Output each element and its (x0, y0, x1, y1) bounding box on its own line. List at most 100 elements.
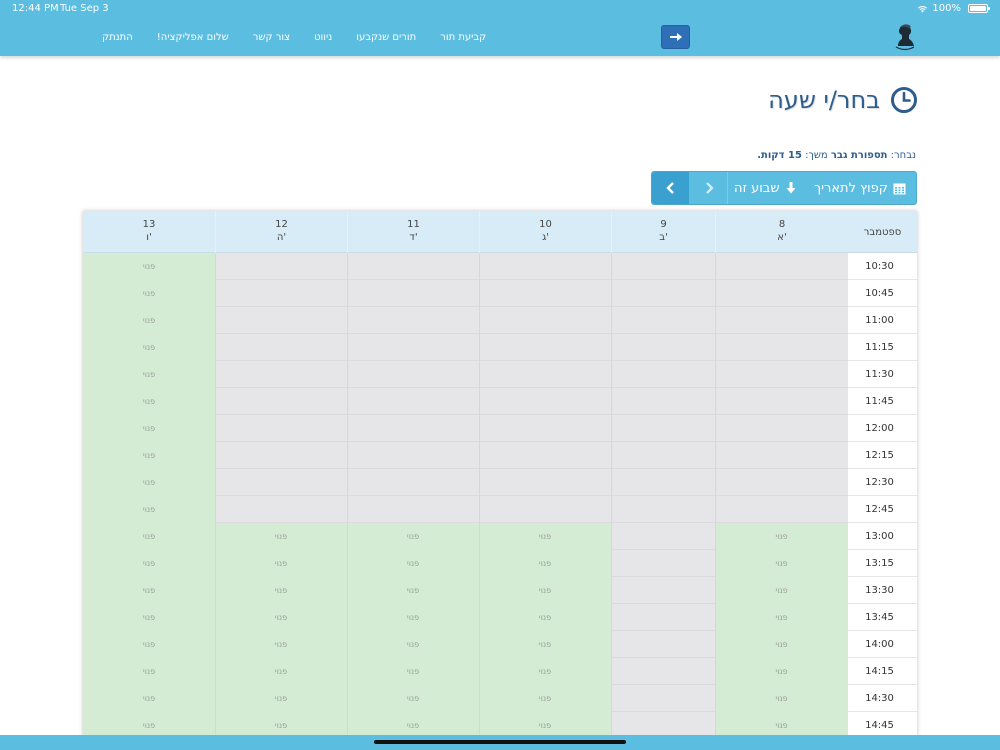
unavailable-slot (347, 442, 479, 469)
calendar-grid: פנוי פנוי פנוי פנוי פנוי פנוי פנוי פנוי פנוי פנוי… (83, 253, 848, 739)
nav-link-navigation[interactable]: ניווט (302, 32, 344, 43)
next-week-button[interactable] (652, 172, 689, 204)
free-slot[interactable]: פנוי (479, 658, 611, 685)
unavailable-slot (715, 361, 848, 388)
unavailable-slot (215, 415, 347, 442)
column-divider (715, 253, 716, 739)
time-slot-label: 13:45 (848, 604, 917, 631)
time-slot-label: 11:30 (848, 361, 917, 388)
unavailable-slot (715, 496, 848, 523)
unavailable-slot (715, 415, 848, 442)
battery-percent: 100% (932, 3, 961, 14)
nav-link-book-appointment[interactable]: קביעת תור (428, 32, 498, 43)
free-slot[interactable]: פנוי (347, 685, 479, 712)
free-slot[interactable]: פנוי (83, 361, 215, 388)
this-week-button[interactable]: שבוע זה (734, 172, 796, 204)
free-slot[interactable]: פנוי (215, 685, 347, 712)
unavailable-slot (715, 334, 848, 361)
time-slot-label: 14:30 (848, 685, 917, 712)
free-slot[interactable]: פנוי (83, 523, 215, 550)
unavailable-slot (611, 388, 715, 415)
free-slot[interactable]: פנוי (715, 523, 848, 550)
time-slot-label: 10:30 (848, 253, 917, 280)
free-slot[interactable]: פנוי (347, 577, 479, 604)
free-slot[interactable]: פנוי (83, 550, 215, 577)
free-slot[interactable]: פנוי (715, 631, 848, 658)
prev-week-button[interactable] (690, 172, 728, 204)
nav-link-my-appointments[interactable]: תורים שנקבעו (344, 32, 428, 43)
free-slot[interactable]: פנוי (83, 604, 215, 631)
free-slot[interactable]: פנוי (215, 604, 347, 631)
chevron-left-icon (665, 182, 674, 194)
day-number: 11 (407, 219, 420, 230)
free-slot[interactable]: פנוי (83, 496, 215, 523)
free-slot[interactable]: פנוי (83, 334, 215, 361)
free-slot[interactable]: פנוי (479, 523, 611, 550)
free-slot[interactable]: פנוי (479, 577, 611, 604)
free-slot[interactable]: פנוי (479, 550, 611, 577)
unavailable-slot (611, 361, 715, 388)
free-slot[interactable]: פנוי (479, 604, 611, 631)
free-slot[interactable]: פנוי (83, 442, 215, 469)
home-indicator[interactable] (374, 740, 626, 744)
status-indicators: 100% (917, 3, 990, 14)
free-slot[interactable]: פנוי (347, 550, 479, 577)
free-slot[interactable]: פנוי (715, 685, 848, 712)
free-slot[interactable]: פנוי (215, 658, 347, 685)
free-slot[interactable]: פנוי (83, 280, 215, 307)
home-bar (0, 735, 1000, 750)
calendar-toolbar: שבוע זה קפוץ לתאריך (651, 171, 917, 205)
nav-links: קביעת תור תורים שנקבעו ניווט צור קשר שלו… (90, 18, 498, 56)
free-slot[interactable]: פנוי (83, 631, 215, 658)
time-slot-label: 12:15 (848, 442, 917, 469)
free-slot[interactable]: פנוי (479, 631, 611, 658)
free-slot[interactable]: פנוי (83, 577, 215, 604)
nav-link-contact[interactable]: צור קשר (241, 32, 302, 43)
navbar: קביעת תור תורים שנקבעו ניווט צור קשר שלו… (0, 18, 1000, 56)
free-slot[interactable]: פנוי (83, 388, 215, 415)
free-slot[interactable]: פנוי (215, 577, 347, 604)
free-slot[interactable]: פנוי (347, 631, 479, 658)
column-divider (347, 253, 348, 739)
unavailable-slot (611, 577, 715, 604)
free-slot[interactable]: פנוי (83, 469, 215, 496)
free-slot[interactable]: פנוי (715, 658, 848, 685)
selection-label: נבחר: (890, 150, 916, 161)
nav-arrow-button[interactable] (661, 25, 690, 49)
unavailable-slot (479, 442, 611, 469)
free-slot[interactable]: פנוי (83, 307, 215, 334)
nav-link-greeting[interactable]: שלום אפליקציה! (145, 32, 241, 43)
duration-value: 15 דקות. (757, 150, 802, 161)
status-time: 12:44 PM (12, 3, 59, 14)
free-slot[interactable]: פנוי (715, 577, 848, 604)
battery-icon (968, 4, 990, 13)
free-slot[interactable]: פנוי (215, 550, 347, 577)
day-name: ד' (409, 232, 418, 243)
time-slot-label: 12:30 (848, 469, 917, 496)
unavailable-slot (347, 253, 479, 280)
free-slot[interactable]: פנוי (83, 253, 215, 280)
unavailable-slot (715, 307, 848, 334)
free-slot[interactable]: פנוי (715, 550, 848, 577)
barber-logo[interactable] (890, 22, 920, 52)
unavailable-slot (479, 307, 611, 334)
free-slot[interactable]: פנוי (479, 685, 611, 712)
day-number: 8 (778, 219, 786, 230)
free-slot[interactable]: פנוי (715, 604, 848, 631)
jump-to-date-button[interactable]: קפוץ לתאריך (814, 172, 906, 204)
clock-icon (891, 87, 917, 113)
free-slot[interactable]: פנוי (83, 658, 215, 685)
free-slot[interactable]: פנוי (83, 685, 215, 712)
free-slot[interactable]: פנוי (83, 415, 215, 442)
unavailable-slot (715, 469, 848, 496)
free-slot[interactable]: פנוי (347, 658, 479, 685)
free-slot[interactable]: פנוי (215, 631, 347, 658)
free-slot[interactable]: פנוי (347, 604, 479, 631)
unavailable-slot (611, 280, 715, 307)
unavailable-slot (479, 361, 611, 388)
free-slot[interactable]: פנוי (347, 523, 479, 550)
free-slot[interactable]: פנוי (215, 523, 347, 550)
nav-link-logout[interactable]: התנתק (90, 32, 145, 43)
time-slot-label: 11:45 (848, 388, 917, 415)
unavailable-slot (611, 415, 715, 442)
